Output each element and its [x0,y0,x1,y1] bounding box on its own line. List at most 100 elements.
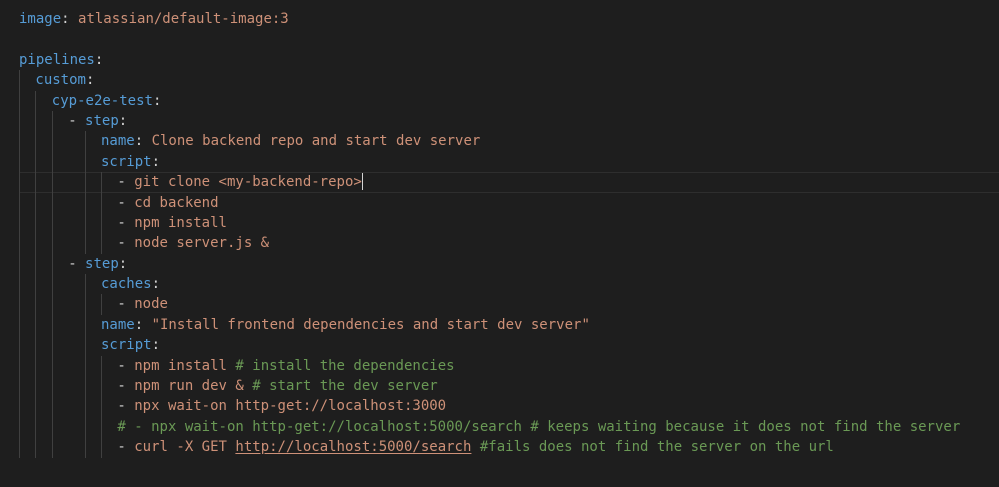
token-key: name [101,316,135,333]
indent-guide [84,192,86,213]
code-line[interactable]: pipelines: [0,50,999,70]
indent-guide [101,192,102,213]
code-line[interactable]: script: [0,151,999,173]
token-punc: : [134,316,152,333]
token-key: caches [101,276,152,293]
code-line[interactable]: - step: [0,253,999,275]
code-line[interactable] [0,29,999,49]
indent-guide [51,151,53,173]
code-text: - cd backend [117,193,218,213]
indent-guide [51,110,53,132]
code-line[interactable]: custom: [0,70,999,91]
code-text: - git clone <my-backend-repo> [117,172,363,192]
code-text: name: "Install frontend dependencies and… [101,315,590,335]
code-line[interactable]: name: Clone backend repo and start dev s… [0,131,999,152]
code-line[interactable]: - step: [0,110,999,132]
code-editor[interactable]: image: atlassian/default-image:3 pipeline… [0,9,999,479]
indent-guide [35,314,37,336]
code-line[interactable]: - cd backend [0,192,999,213]
token-dash: - [117,194,135,211]
indent-guide [51,376,53,397]
token-key: step [85,112,119,129]
code-text: - npm run dev & # start the dev server [117,376,437,396]
code-text: - npm install # install the dependencies [117,356,454,376]
indent-guide [51,355,53,377]
code-line[interactable]: - npm run dev & # start the dev server [0,376,999,397]
token-cmt: # install the dependencies [235,357,455,374]
token-punc: : [152,92,162,109]
code-text: name: Clone backend repo and start dev s… [101,131,480,151]
indent-guide [51,274,53,295]
token-cmt: # - npx wait-on http-get://localhost:500… [117,418,961,435]
token-str: curl -X GET [134,439,236,456]
indent-guide [35,253,37,275]
indent-guide [84,131,86,152]
code-line[interactable]: image: atlassian/default-image:3 [0,9,999,29]
token-str: npm install [134,357,236,374]
token-dash: - [117,296,135,313]
indent-guide [101,212,102,234]
indent-guide [19,70,20,91]
indent-guide [51,335,53,356]
token-punc: : [151,276,161,293]
code-text: script: [101,335,160,355]
code-line[interactable]: script: [0,335,999,356]
code-text: image: atlassian/default-image:3 [19,9,289,29]
code-line[interactable]: name: "Install frontend dependencies and… [0,314,999,336]
indent-guide [19,355,20,377]
code-line[interactable]: - npm install # install the dependencies [0,355,999,377]
code-line[interactable]: - git clone <my-backend-repo> [0,172,999,193]
code-text: caches: [101,274,160,294]
indent-guide [35,294,37,315]
code-line[interactable]: # - npx wait-on http-get://localhost:500… [0,416,999,438]
code-line[interactable]: - curl -X GET http://localhost:5000/sear… [0,437,999,458]
token-punc: : [151,337,161,354]
token-dash: - [68,112,86,129]
code-line[interactable]: - npx wait-on http-get://localhost:3000 [0,396,999,417]
indent-guide [51,233,53,254]
indent-guide [19,314,20,336]
token-dash: - [117,398,135,415]
token-key: pipelines [19,51,95,68]
indent-guide [51,131,53,152]
indent-guide [35,233,37,254]
token-str: node [134,296,168,313]
token-key: name [101,133,135,150]
indent-guide [84,437,86,458]
token-link[interactable]: http://localhost:5000/search [235,439,471,455]
token-key: cyp-e2e-test [51,92,153,109]
code-line[interactable]: caches: [0,274,999,295]
code-line[interactable]: - node [0,294,999,315]
indent-guide [101,416,102,438]
token-dash: - [117,378,135,395]
indent-guide [19,131,20,152]
token-str: cd backend [134,194,219,211]
indent-guide [35,376,37,397]
code-line[interactable]: - node server.js & [0,233,999,254]
indent-guide [84,376,86,397]
token-dash: - [117,439,135,456]
indent-guide [51,416,53,438]
indent-guide [19,396,20,417]
indent-guide [51,314,53,336]
token-punc: : [118,112,128,129]
token-dash: - [117,214,135,231]
code-text: custom: [35,70,94,90]
indent-guide [19,192,20,213]
code-text: cyp-e2e-test: [52,91,162,111]
indent-guide [84,212,86,234]
indent-guide [35,437,37,458]
token-dash: - [117,235,135,252]
indent-guide [19,110,20,132]
indent-guide [101,233,102,254]
code-text: # - npx wait-on http-get://localhost:500… [117,417,960,437]
indent-guide [84,274,86,295]
code-text: - step: [68,254,127,274]
code-text: - npm install [117,213,227,233]
token-str: "Install frontend dependencies and start… [151,316,590,333]
code-line[interactable]: - npm install [0,212,999,234]
indent-guide [84,314,86,336]
code-line[interactable]: cyp-e2e-test: [0,90,999,111]
token-key: image [19,11,62,27]
indent-guide [51,253,53,275]
